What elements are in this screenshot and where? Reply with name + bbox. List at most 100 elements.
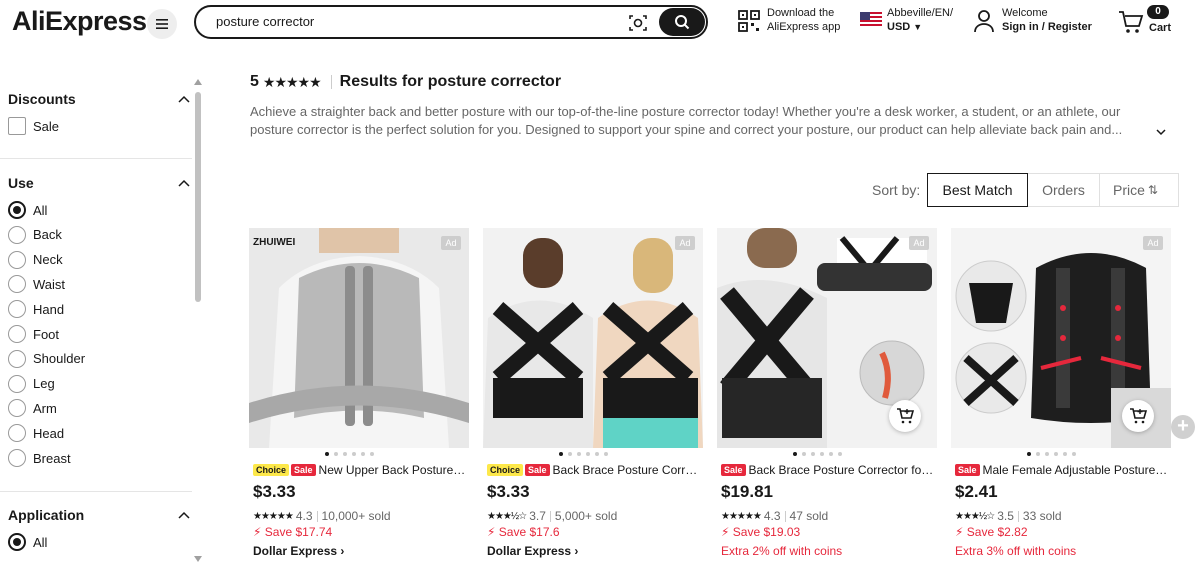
locale-currency-selector[interactable]: Abbeville/EN/ USD ▼ xyxy=(887,6,953,34)
cart-icon[interactable] xyxy=(1118,10,1144,34)
filter-option-label: Neck xyxy=(33,252,63,268)
filter-option-foot[interactable]: Foot xyxy=(8,324,59,344)
rating-value: 4.3 xyxy=(295,509,313,523)
sort-best-match[interactable]: Best Match xyxy=(927,173,1028,207)
filter-option-label: Leg xyxy=(33,376,55,392)
product-title[interactable]: Back Brace Posture Corrector xyxy=(553,463,701,477)
sale-checkbox[interactable] xyxy=(8,117,26,135)
product-title[interactable]: New Upper Back Posture Corrector xyxy=(319,463,467,477)
download-app-link[interactable]: Download the AliExpress app xyxy=(767,6,840,34)
radio-button[interactable] xyxy=(8,399,26,418)
filter-option-head[interactable]: Head xyxy=(8,423,64,443)
radio-button[interactable] xyxy=(8,275,26,294)
scroll-down-arrow[interactable] xyxy=(194,556,202,562)
filter-option-all[interactable]: All xyxy=(8,200,47,220)
add-to-cart-button[interactable] xyxy=(1122,400,1154,432)
product-rating: ★★★½☆ 3.7 5,000+ sold xyxy=(487,509,617,523)
rating-stars: ★★★★★ xyxy=(721,510,762,522)
image-carousel-dots[interactable] xyxy=(325,452,374,456)
account-link[interactable]: Welcome Sign in / Register xyxy=(1002,6,1092,34)
product-card[interactable]: Ad Choice Sale Back Brace Posture Correc… xyxy=(483,228,703,564)
product-title[interactable]: Back Brace Posture Corrector for Men xyxy=(749,463,935,477)
product-price: $3.33 xyxy=(487,482,530,501)
choice-badge: Choice xyxy=(253,464,290,476)
dollar-express-link[interactable]: Dollar Express › xyxy=(487,544,578,558)
results-count: 5 xyxy=(250,73,259,90)
product-card[interactable]: ZHUIWEI Ad Choice Sale New Upper Back Po… xyxy=(249,228,469,564)
radio-button[interactable] xyxy=(8,449,26,467)
user-icon[interactable] xyxy=(974,9,994,33)
sort-orders[interactable]: Orders xyxy=(1027,173,1100,207)
radio-button[interactable] xyxy=(8,374,26,393)
search-icon xyxy=(675,15,690,30)
menu-icon xyxy=(156,19,168,29)
product-price: $19.81 xyxy=(721,482,773,501)
product-title[interactable]: Male Female Adjustable Posture Corrector xyxy=(983,463,1169,477)
scrollbar-thumb[interactable] xyxy=(195,92,201,302)
discounts-heading: Discounts xyxy=(8,91,76,107)
rating-stars: ★★★★★ xyxy=(262,73,322,90)
scroll-up-arrow[interactable] xyxy=(194,79,202,85)
cart-count-badge: 0 xyxy=(1147,5,1169,19)
image-carousel-dots[interactable] xyxy=(793,452,842,456)
camera-search-icon[interactable] xyxy=(628,13,648,33)
filter-option-breast[interactable]: Breast xyxy=(8,448,71,468)
product-card[interactable]: Ad Sale Male Female Adjustable Posture C… xyxy=(951,228,1171,564)
choice-badge: Choice xyxy=(487,464,524,476)
radio-button[interactable] xyxy=(8,300,26,319)
add-to-cart-button[interactable] xyxy=(889,400,921,432)
filter-option-hand[interactable]: Hand xyxy=(8,299,64,319)
filter-option-sale[interactable]: Sale xyxy=(8,116,59,136)
product-card[interactable]: Ad Sale Back Brace Posture Corrector for… xyxy=(717,228,937,564)
radio-button[interactable] xyxy=(8,201,26,219)
filter-option-leg[interactable]: Leg xyxy=(8,374,55,394)
image-carousel-dots[interactable] xyxy=(1027,452,1076,456)
aliexpress-logo[interactable]: AliExpress xyxy=(12,6,147,37)
product-image[interactable]: Ad xyxy=(717,228,937,448)
chevron-up-icon[interactable] xyxy=(178,179,190,187)
radio-button[interactable] xyxy=(8,424,26,443)
filter-option-label: Waist xyxy=(33,276,66,292)
search-input[interactable]: posture corrector xyxy=(216,14,314,29)
filter-option-label: Shoulder xyxy=(33,351,86,367)
radio-button[interactable] xyxy=(8,325,26,343)
sign-in-register-link[interactable]: Sign in / Register xyxy=(1002,21,1092,33)
chevron-up-icon[interactable] xyxy=(178,511,190,519)
plus-icon[interactable]: + xyxy=(1171,415,1195,439)
chevron-up-icon[interactable] xyxy=(178,95,190,103)
radio-button[interactable] xyxy=(8,349,26,368)
cart-label[interactable]: Cart xyxy=(1149,21,1171,35)
product-title-row[interactable]: Choice Sale Back Brace Posture Corrector xyxy=(487,462,701,478)
download-line-1: Download the xyxy=(767,7,835,19)
sort-price[interactable]: Price ⇅ xyxy=(1099,173,1179,207)
application-option-all[interactable]: All xyxy=(8,532,47,552)
chevron-down-icon[interactable] xyxy=(1156,128,1166,136)
radio-button[interactable] xyxy=(8,225,26,244)
filter-option-waist[interactable]: Waist xyxy=(8,274,65,294)
filter-option-label: Back xyxy=(33,227,62,243)
product-photo-back-brace-grey xyxy=(249,228,469,448)
filter-option-label: Arm xyxy=(33,400,57,416)
product-title-row[interactable]: Sale Back Brace Posture Corrector for Me… xyxy=(721,462,935,478)
qr-code-icon[interactable] xyxy=(738,10,760,32)
application-heading: Application xyxy=(8,507,85,523)
sort-price-icon: ⇅ xyxy=(1147,183,1158,197)
product-title-row[interactable]: Choice Sale New Upper Back Posture Corre… xyxy=(253,462,467,478)
search-button[interactable] xyxy=(659,8,705,36)
filter-option-back[interactable]: Back xyxy=(8,225,62,245)
category-menu-button[interactable] xyxy=(147,9,177,39)
product-image[interactable]: Ad xyxy=(951,228,1171,448)
save-text: Save $17.74 xyxy=(264,525,333,539)
product-image[interactable]: ZHUIWEI Ad xyxy=(249,228,469,448)
radio-button[interactable] xyxy=(8,533,26,551)
image-carousel-dots[interactable] xyxy=(559,452,608,456)
dollar-express-link[interactable]: Dollar Express › xyxy=(253,544,344,558)
filter-option-neck[interactable]: Neck xyxy=(8,250,63,270)
product-image[interactable]: Ad xyxy=(483,228,703,448)
filter-option-shoulder[interactable]: Shoulder xyxy=(8,349,85,369)
radio-button[interactable] xyxy=(8,250,26,269)
flame-icon: ⚡ xyxy=(487,525,496,539)
filter-option-arm[interactable]: Arm xyxy=(8,398,57,418)
product-rating: ★★★½☆ 3.5 33 sold xyxy=(955,509,1062,523)
product-title-row[interactable]: Sale Male Female Adjustable Posture Corr… xyxy=(955,462,1169,478)
